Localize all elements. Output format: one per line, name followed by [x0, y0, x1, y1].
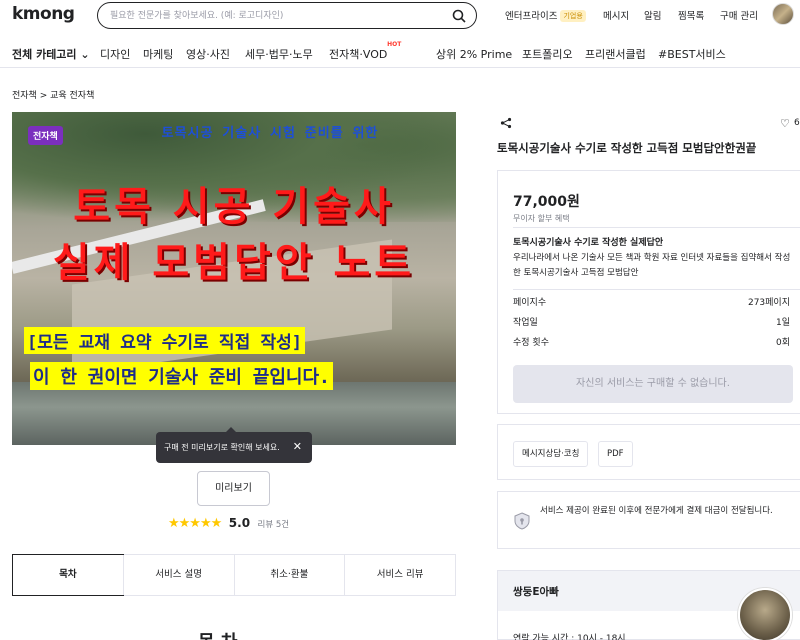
rating[interactable]: ★★★★★ 5.0 리뷰 5건: [168, 516, 289, 531]
chevron-down-icon: ⌄: [80, 48, 90, 61]
preview-tooltip: 구매 전 미리보기로 확인해 보세요. ✕: [156, 427, 312, 463]
nav-item-prime[interactable]: 상위 2% Prime: [436, 46, 512, 62]
tab-refund[interactable]: 취소·환불: [233, 555, 345, 595]
thumbnail-title-line1: 토목 시공 기술사: [73, 184, 395, 230]
nav-item-best[interactable]: #BEST서비스: [658, 46, 726, 62]
tab-toc[interactable]: 목차: [12, 554, 124, 596]
search-icon[interactable]: [452, 9, 466, 23]
ebook-tag: 전자책: [28, 126, 63, 145]
kmong-logo[interactable]: kmong: [12, 4, 75, 24]
enterprise-badge: 기업용: [560, 10, 586, 22]
payment-notice-text: 서비스 제공이 완료된 이후에 전문가에게 결제 대금이 전달됩니다.: [540, 506, 773, 516]
buy-button-disabled: 자신의 서비스는 구매할 수 없습니다.: [513, 365, 793, 403]
preview-tooltip-text: 구매 전 미리보기로 확인해 보세요.: [164, 443, 280, 452]
thumbnail-highlight1: [모든 교재 요약 수기로 직접 작성]: [24, 327, 305, 354]
all-categories-label: 전체 카테고리: [12, 48, 77, 61]
user-avatar[interactable]: [772, 3, 794, 25]
messages-link[interactable]: 메시지: [603, 8, 629, 22]
share-icon[interactable]: [500, 117, 512, 129]
enterprise-link[interactable]: 엔터프라이즈 기업용: [505, 8, 586, 22]
close-icon[interactable]: ✕: [293, 440, 302, 453]
purchase-panel: 77,000원 무이자 할부 혜택 토목시공기술사 수기로 작성한 실제답안 우…: [497, 170, 800, 414]
star-rating-icon: ★★★★★: [168, 516, 222, 531]
divider: [513, 289, 800, 290]
spec-value-workdays: 1일: [775, 318, 790, 328]
search-bar[interactable]: [97, 2, 477, 29]
thumbnail-title-line2: 실제 모범답안 노트: [52, 240, 416, 286]
tab-description[interactable]: 서비스 설명: [122, 555, 234, 595]
shield-icon: [514, 512, 530, 530]
nav-item-video-photo[interactable]: 영상·사진: [186, 46, 230, 62]
divider: [513, 227, 800, 228]
product-price: 77,000원: [513, 194, 580, 210]
nav-item-ebook-vod-label: 전자책·VOD: [329, 48, 388, 61]
installment-benefit[interactable]: 무이자 할부 혜택: [513, 213, 570, 224]
product-title: 토목시공기술사 수기로 작성한 고득점 모범답안한권끝: [497, 141, 757, 155]
chip-message-coaching: 메시지상담·코칭: [513, 441, 589, 467]
hot-badge: HOT: [387, 41, 402, 48]
header: kmong 엔터프라이즈기업용 메시지 알림 찜목록 구매 관리: [0, 0, 800, 32]
rating-value: 5.0: [228, 516, 251, 530]
package-title: 토목시공기술사 수기로 작성한 실제답안: [513, 238, 664, 248]
spec-label-revisions: 수정 횟수: [513, 338, 549, 348]
enterprise-label: 엔터프라이즈: [505, 11, 558, 22]
tab-reviews[interactable]: 서비스 리뷰: [344, 555, 455, 595]
category-nav: 전체 카테고리 ⌄ 디자인 마케팅 영상·사진 세무·법무·노무 전자책·VOD…: [0, 40, 800, 68]
spec-label-workdays: 작업일: [513, 318, 538, 328]
seller-name[interactable]: 쌍둥E아빠: [513, 584, 559, 599]
nav-item-marketing[interactable]: 마케팅: [143, 46, 173, 62]
nav-item-freelancer-club[interactable]: 프리랜서클럽: [585, 46, 646, 62]
chip-pdf: PDF: [598, 441, 633, 467]
service-tags: 메시지상담·코칭 PDF: [497, 424, 800, 480]
product-thumbnail[interactable]: 전자책 토목시공 기술사 시험 준비를 위한 토목 시공 기술사 실제 모범답안…: [12, 112, 456, 445]
favorites-count: 6: [794, 118, 800, 128]
notifications-link[interactable]: 알림: [644, 8, 661, 22]
spec-value-revisions: 0회: [775, 338, 790, 348]
nav-item-tax-law[interactable]: 세무·법무·노무: [245, 46, 313, 62]
purchase-manage-link[interactable]: 구매 관리: [720, 8, 758, 22]
breadcrumb[interactable]: 전자책 > 교육 전자책: [12, 88, 94, 101]
all-categories-menu[interactable]: 전체 카테고리 ⌄: [12, 46, 90, 62]
nav-item-ebook-vod[interactable]: 전자책·VOD HOT: [329, 41, 401, 62]
thumbnail-highlight2: 이 한 권이면 기술사 준비 끝입니다.: [30, 362, 333, 390]
review-count: 리뷰 5건: [257, 520, 290, 530]
seller-contact-time: 연락 가능 시간 : 10시 - 18시: [513, 634, 626, 640]
payment-notice: 서비스 제공이 완료된 이후에 전문가에게 결제 대금이 전달됩니다.: [497, 491, 800, 549]
package-description: 우리나라에서 나온 기술사 모든 책과 학원 자료 인터넷 자료들을 집약해서 …: [513, 253, 791, 278]
detail-tabs: 목차 서비스 설명 취소·환불 서비스 리뷰: [12, 554, 456, 596]
spec-value-pages: 273페이지: [747, 298, 790, 308]
section-title: 목 차: [198, 628, 237, 640]
search-input[interactable]: [110, 7, 440, 25]
spec-label-pages: 페이지수: [513, 298, 547, 308]
heart-icon[interactable]: ♡: [780, 117, 790, 130]
favorites-link[interactable]: 찜목록: [678, 8, 704, 22]
thumbnail-subtitle: 토목시공 기술사 시험 준비를 위한: [161, 126, 379, 141]
preview-button[interactable]: 미리보기: [197, 471, 270, 506]
nav-item-design[interactable]: 디자인: [100, 46, 130, 62]
nav-item-portfolio[interactable]: 포트폴리오: [522, 46, 573, 62]
seller-avatar[interactable]: [738, 588, 792, 640]
